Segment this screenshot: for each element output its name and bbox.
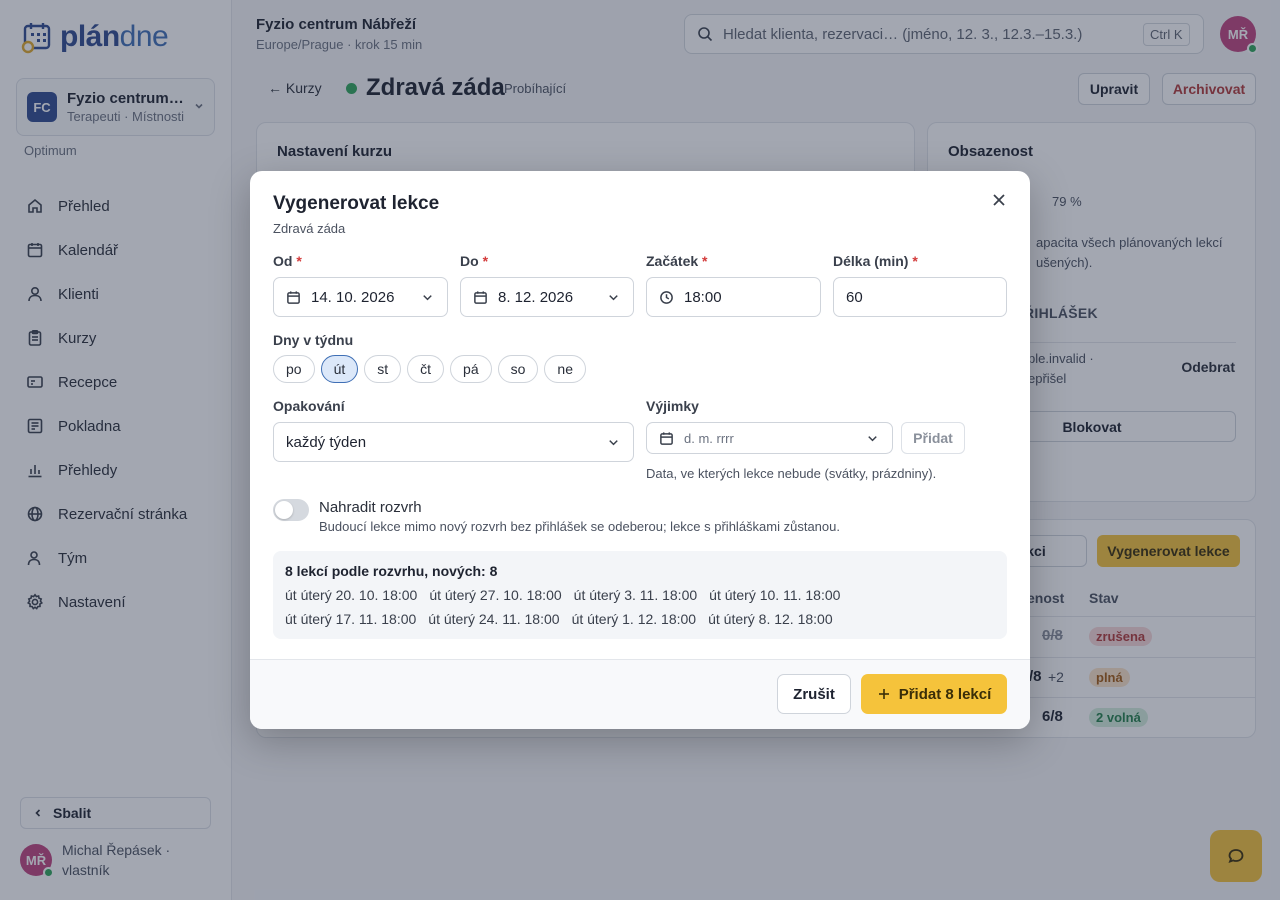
day-chip-pa[interactable]: pá [450,355,492,383]
chevron-down-icon [609,294,618,300]
to-date-value: 8. 12. 2026 [498,288,574,306]
to-label: Do * [460,253,488,269]
exception-date-picker[interactable]: d. m. rrrr [646,422,893,454]
day-chip-ct[interactable]: čt [407,355,445,383]
chevron-down-icon [423,294,432,300]
day-chip-st[interactable]: st [364,355,402,383]
days-label: Dny v týdnu [273,332,354,348]
generate-lessons-dialog: Vygenerovat lekce Zdravá záda Od * 14. 1… [250,171,1030,729]
required-mark: * [702,253,708,269]
preview-item: út úterý 20. 10. 18:00 [285,587,418,603]
length-value: 60 [846,288,863,306]
label-text: Do [460,253,479,269]
repeat-label: Opakování [273,398,345,414]
from-date-picker[interactable]: 14. 10. 2026 [273,277,448,317]
preview-title: 8 lekcí podle rozvrhu, nových: 8 [285,563,498,579]
from-label: Od * [273,253,302,269]
preview-item: út úterý 1. 12. 18:00 [571,611,697,627]
add-lessons-label: Přidat 8 lekcí [898,685,992,703]
chevron-down-icon [868,435,877,441]
preview-item: út úterý 27. 10. 18:00 [429,587,562,603]
exception-date-placeholder: d. m. rrrr [684,430,734,446]
day-chip-po[interactable]: po [273,355,315,383]
length-input[interactable]: 60 [833,277,1007,317]
preview-item: út úterý 24. 11. 18:00 [428,611,560,627]
clock-icon [660,290,673,304]
preview-row: út úterý 17. 11. 18:00 út úterý 24. 11. … [285,611,833,627]
chevron-down-icon [609,439,618,445]
calendar-icon [287,290,300,304]
repeat-value: každý týden [286,433,367,451]
preview-item: út úterý 3. 11. 18:00 [573,587,698,603]
repeat-select[interactable]: každý týden [273,422,634,462]
preview-item: út úterý 17. 11. 18:00 [285,611,417,627]
calendar-icon [474,290,487,304]
start-time-value: 18:00 [684,288,722,306]
start-label: Začátek * [646,253,708,269]
length-label: Délka (min) * [833,253,918,269]
day-chip-ut[interactable]: út [320,355,359,383]
replace-schedule-toggle[interactable] [273,499,309,521]
weekday-selector: po út st čt pá so ne [273,355,586,383]
required-mark: * [912,253,918,269]
dialog-footer: Zrušit Přidat 8 lekcí [250,659,1030,729]
dialog-title: Vygenerovat lekce [273,193,440,214]
cancel-button[interactable]: Zrušit [777,674,851,714]
dialog-subtitle: Zdravá záda [273,221,346,236]
replace-schedule-label: Nahradit rozvrh [319,499,422,516]
toggle-knob [275,501,293,519]
label-text: Od [273,253,293,269]
from-date-value: 14. 10. 2026 [311,288,395,306]
label-text: Délka (min) [833,253,909,269]
replace-schedule-description: Budoucí lekce mimo nový rozvrh bez přihl… [319,519,840,534]
close-button[interactable] [990,191,1008,209]
to-date-picker[interactable]: 8. 12. 2026 [460,277,634,317]
preview-item: út úterý 10. 11. 18:00 [709,587,841,603]
calendar-icon [660,431,673,445]
day-chip-ne[interactable]: ne [544,355,586,383]
start-time-input[interactable]: 18:00 [646,277,821,317]
exceptions-label: Výjimky [646,398,699,414]
day-chip-so[interactable]: so [497,355,539,383]
add-lessons-button[interactable]: Přidat 8 lekcí [861,674,1007,714]
schedule-preview: 8 lekcí podle rozvrhu, nových: 8 út úter… [273,551,1007,639]
label-text: Začátek [646,253,699,269]
required-mark: * [296,253,302,269]
add-exception-button[interactable]: Přidat [901,422,965,454]
preview-item: út úterý 8. 12. 18:00 [708,611,833,627]
close-icon [993,194,1005,206]
required-mark: * [482,253,489,269]
exceptions-hint: Data, ve kterých lekce nebude (svátky, p… [646,466,937,481]
preview-row: út úterý 20. 10. 18:00 út úterý 27. 10. … [285,587,840,603]
plus-icon [878,689,889,699]
